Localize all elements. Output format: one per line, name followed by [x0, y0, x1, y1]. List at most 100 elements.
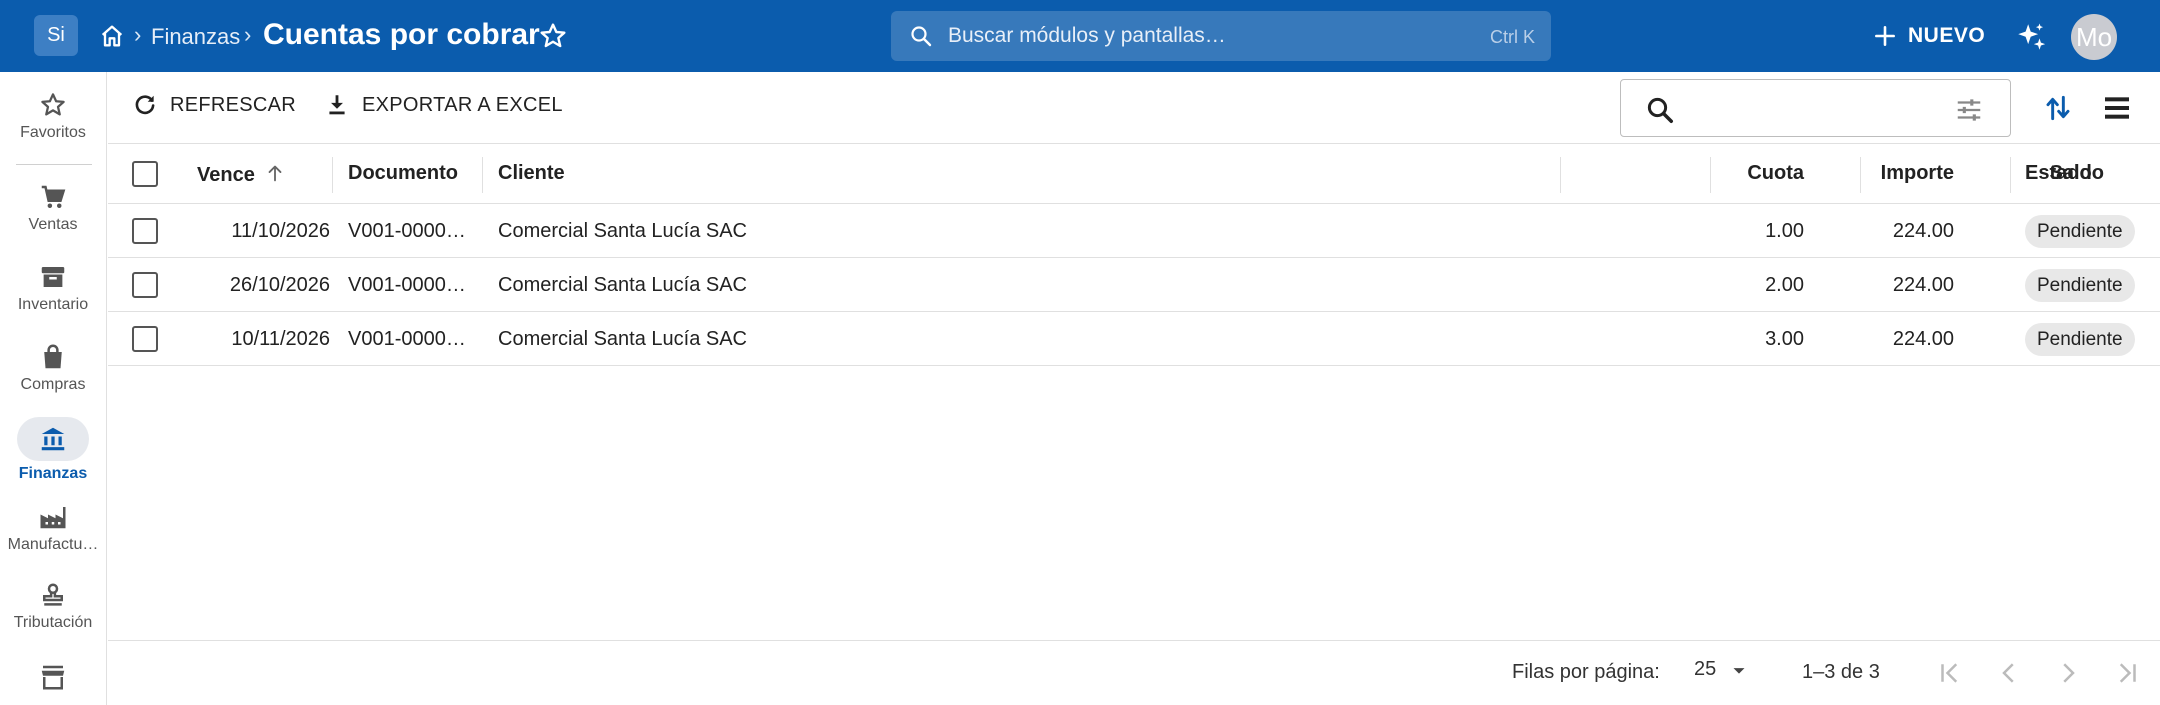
sidebar-item-finanzas[interactable]: Finanzas	[0, 417, 106, 483]
chevron-down-icon	[1733, 667, 1745, 674]
column-separator[interactable]	[1560, 157, 1561, 193]
cell-importe: 224.00	[1892, 328, 1954, 350]
row-checkbox[interactable]	[132, 272, 158, 298]
rows-per-page-value: 25	[1694, 658, 1717, 680]
sidebar-item-label: Tributación	[13, 614, 93, 631]
export-excel-label: EXPORTAR A EXCEL	[362, 93, 563, 116]
column-separator[interactable]	[1710, 157, 1711, 193]
sidebar-item-label: Manufactu…	[7, 536, 99, 553]
column-header-vence[interactable]: Vence	[197, 162, 286, 187]
status-badge: Pendiente	[2025, 269, 2135, 302]
cell-cuota: 2.00	[1765, 274, 1804, 296]
next-page-icon[interactable]	[2053, 658, 2083, 688]
app-logo[interactable]: Si	[34, 15, 78, 56]
cell-documento: V001-0000…	[348, 220, 466, 242]
sidebar-item-inventario[interactable]: Inventario	[0, 262, 106, 314]
user-avatar[interactable]: Mo	[2071, 14, 2117, 60]
active-indicator	[17, 417, 89, 461]
sidebar-item-tributacion[interactable]: Tributación	[0, 580, 106, 632]
column-separator[interactable]	[2010, 157, 2011, 193]
cart-icon	[41, 185, 66, 208]
table-header: Vence Documento Cliente Cuota Importe Sa…	[108, 145, 2160, 204]
sidebar-nav: Favoritos Ventas Inventario Compras Fina…	[0, 72, 107, 705]
column-density-icon[interactable]	[2100, 92, 2134, 124]
column-header-estado[interactable]: Estado	[2025, 162, 2092, 185]
sidebar-divider	[16, 164, 92, 165]
column-header-cuota[interactable]: Cuota	[1618, 162, 1804, 185]
sidebar-item-label: Finanzas	[18, 465, 88, 482]
column-separator[interactable]	[332, 157, 333, 193]
sidebar-item-favoritos[interactable]: Favoritos	[0, 90, 106, 142]
cell-cuota: 3.00	[1765, 328, 1804, 350]
refresh-icon	[135, 95, 155, 115]
first-page-icon[interactable]	[1935, 658, 1965, 688]
column-header-importe[interactable]: Importe	[1798, 162, 1954, 185]
cell-cliente: Comercial Santa Lucía SAC	[498, 274, 748, 296]
receivables-table: Vence Documento Cliente Cuota Importe Sa…	[108, 145, 2160, 366]
sidebar-item-label: Inventario	[17, 296, 89, 313]
pagination-footer: Filas por página: 25 1–3 de 3	[108, 640, 2160, 705]
shopping-bag-icon	[44, 344, 62, 369]
tune-filter-icon[interactable]	[1954, 95, 1984, 125]
cell-cuota: 1.00	[1765, 220, 1804, 242]
new-button[interactable]: NUEVO	[1872, 18, 1985, 54]
export-excel-button[interactable]: EXPORTAR A EXCEL	[324, 92, 563, 118]
sidebar-item-ventas[interactable]: Ventas	[0, 182, 106, 234]
page-title: Cuentas por cobrar	[263, 18, 540, 51]
ai-sparkle-icon[interactable]	[2014, 20, 2048, 54]
new-button-label: NUEVO	[1908, 24, 1986, 47]
search-shortcut-hint: Ctrl K	[1490, 27, 1535, 47]
cell-documento: V001-0000…	[348, 274, 466, 296]
column-separator[interactable]	[1860, 157, 1861, 193]
table-row[interactable]: 26/10/2026 V001-0000… Comercial Santa Lu…	[108, 258, 2160, 312]
table-row[interactable]: 10/11/2026 V001-0000… Comercial Santa Lu…	[108, 312, 2160, 366]
home-icon[interactable]	[98, 22, 126, 50]
bank-icon	[41, 427, 65, 451]
star-icon	[41, 93, 65, 116]
select-all-checkbox[interactable]	[132, 161, 158, 187]
cell-vence: 11/10/2026	[231, 220, 330, 242]
column-header-cliente[interactable]: Cliente	[498, 162, 565, 185]
favorite-star-icon[interactable]	[537, 20, 569, 52]
cell-documento: V001-0000…	[348, 328, 466, 350]
sidebar-item-compras[interactable]: Compras	[0, 342, 106, 394]
sidebar-item-label: Ventas	[28, 216, 78, 233]
module-search-input[interactable]: Buscar módulos y pantallas… Ctrl K	[891, 11, 1551, 61]
cell-cliente: Comercial Santa Lucía SAC	[498, 328, 748, 350]
sort-ascending-icon	[268, 165, 282, 182]
table-row[interactable]: 11/10/2026 V001-0000… Comercial Santa Lu…	[108, 204, 2160, 258]
cell-vence: 10/11/2026	[231, 328, 330, 350]
grid-toolbar: REFRESCAR EXPORTAR A EXCEL	[108, 72, 2160, 144]
sidebar-item-tienda[interactable]	[0, 662, 106, 692]
sidebar-item-label: Favoritos	[20, 124, 86, 141]
grid-filter-input[interactable]	[1620, 79, 2011, 137]
factory-icon	[40, 507, 66, 529]
cell-importe: 224.00	[1892, 220, 1954, 242]
column-header-label: Vence	[197, 164, 255, 186]
pagination-range: 1–3 de 3	[1802, 661, 1880, 683]
column-separator[interactable]	[482, 157, 483, 193]
previous-page-icon[interactable]	[1994, 658, 2024, 688]
rows-per-page-select[interactable]: 25	[1694, 658, 1750, 681]
plus-icon	[1875, 26, 1895, 46]
search-icon	[1647, 97, 1673, 123]
status-badge: Pendiente	[2025, 215, 2135, 248]
stamp-icon	[43, 583, 63, 606]
cell-importe: 224.00	[1892, 274, 1954, 296]
refresh-button[interactable]: REFRESCAR	[132, 92, 296, 118]
sort-icon[interactable]	[2042, 92, 2074, 124]
sidebar-item-label: Compras	[20, 376, 86, 393]
rows-per-page-label: Filas por página:	[1512, 661, 1660, 683]
search-placeholder: Buscar módulos y pantallas…	[948, 24, 1226, 47]
breadcrumb-finanzas[interactable]: Finanzas	[151, 24, 240, 50]
refresh-button-label: REFRESCAR	[170, 93, 297, 116]
column-header-documento[interactable]: Documento	[348, 162, 458, 185]
row-checkbox[interactable]	[132, 326, 158, 352]
top-app-bar: Si › Finanzas › Cuentas por cobrar Busca…	[0, 0, 2160, 72]
row-checkbox[interactable]	[132, 218, 158, 244]
breadcrumb-separator: ›	[134, 22, 142, 47]
download-icon	[329, 95, 345, 115]
last-page-icon[interactable]	[2112, 658, 2142, 688]
status-badge: Pendiente	[2025, 323, 2135, 356]
sidebar-item-manufactura[interactable]: Manufactu…	[0, 502, 106, 554]
